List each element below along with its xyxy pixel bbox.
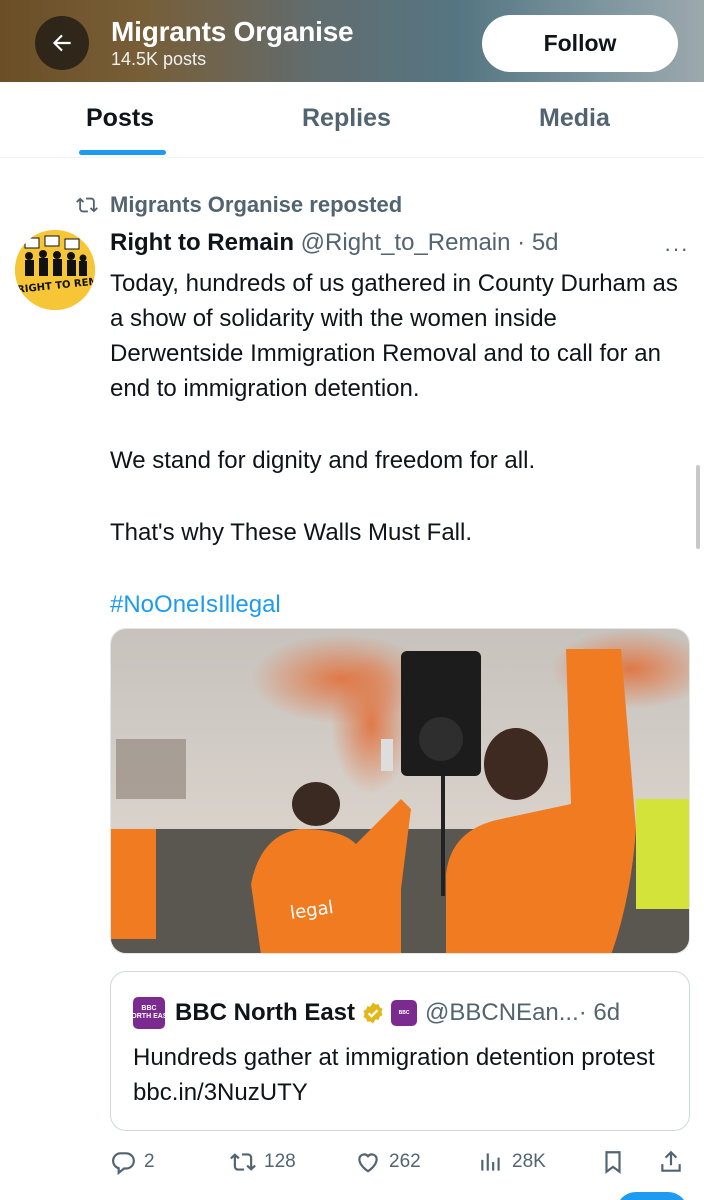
protest-photo: legal — [111, 629, 689, 953]
more-options-icon[interactable]: ··· — [664, 236, 689, 262]
author-handle[interactable]: @Right_to_Remain — [301, 229, 511, 256]
post-count: 14.5K posts — [111, 49, 207, 69]
profile-header: Migrants Organise 14.5K posts Follow — [0, 0, 704, 82]
follow-button[interactable]: Follow — [482, 15, 678, 72]
back-button[interactable] — [35, 16, 89, 70]
tab-replies[interactable]: Replies — [302, 104, 391, 133]
like-button[interactable]: 262 — [355, 1149, 421, 1175]
analytics-icon — [481, 1153, 500, 1171]
reply-button[interactable]: 2 — [110, 1149, 155, 1175]
arrow-left-icon — [52, 34, 71, 52]
quoted-post-card[interactable]: BBC NORTH EAST BBC North East BBC @BBCNE… — [110, 971, 690, 1131]
quoted-author-row: BBC NORTH EAST BBC North East BBC @BBCNE… — [126, 997, 621, 1029]
author-name[interactable]: Right to Remain — [110, 229, 294, 256]
quoted-post-time: · 6d — [578, 999, 621, 1026]
repost-button[interactable]: 128 — [230, 1149, 296, 1175]
post-paragraph: Today, hundreds of us gathered in County… — [110, 270, 678, 402]
post-paragraph: We stand for dignity and freedom for all… — [110, 447, 536, 474]
reply-icon — [112, 1152, 135, 1175]
repost-label: Migrants Organise reposted — [110, 192, 403, 217]
tab-posts[interactable]: Posts — [86, 104, 154, 133]
avatar-image — [15, 230, 95, 310]
reply-count: 2 — [144, 1151, 155, 1172]
active-tab-indicator — [79, 150, 166, 155]
post-paragraph: That's why These Walls Must Fall. — [110, 519, 473, 546]
quoted-author-name: BBC North East — [175, 999, 356, 1026]
post-time[interactable]: · 5d — [517, 229, 558, 256]
repost-action-icon — [230, 1153, 256, 1171]
profile-title: Migrants Organise — [111, 16, 354, 47]
repost-icon — [76, 197, 98, 213]
profile-tabs: Posts Replies Media — [0, 82, 704, 158]
repost-count: 128 — [264, 1151, 296, 1172]
post-author-row: Right to Remain @Right_to_Remain · 5d — [110, 229, 559, 257]
author-avatar[interactable]: RIGHT TO REMAI — [15, 230, 95, 310]
quoted-post-text: Hundreds gather at immigration detention… — [133, 1044, 655, 1106]
verified-gold-icon — [363, 1002, 383, 1024]
quoted-author-handle: @BBCNEan... — [425, 999, 579, 1026]
post-image[interactable]: legal — [110, 628, 690, 954]
heart-icon — [358, 1153, 378, 1173]
bbc-logo-icon: BBC NORTH EAST — [126, 997, 172, 1029]
view-count: 28K — [512, 1151, 546, 1172]
bookmark-icon — [605, 1151, 621, 1174]
hashtag-link[interactable]: #NoOneIsIllegal — [110, 587, 695, 622]
post-body: Today, hundreds of us gathered in County… — [110, 266, 695, 622]
bookmark-button[interactable] — [600, 1149, 634, 1175]
share-icon — [661, 1150, 681, 1172]
compose-fab[interactable] — [616, 1192, 688, 1200]
views-button[interactable]: 28K — [478, 1149, 546, 1175]
bbc-affiliate-icon: BBC — [391, 1000, 418, 1026]
like-count: 262 — [389, 1151, 421, 1172]
post-action-bar: 2 128 262 28K — [110, 1145, 690, 1181]
tab-media[interactable]: Media — [539, 104, 610, 133]
share-button[interactable] — [658, 1149, 692, 1175]
scrollbar[interactable] — [696, 465, 700, 549]
repost-indicator[interactable]: Migrants Organise reposted — [76, 192, 402, 218]
